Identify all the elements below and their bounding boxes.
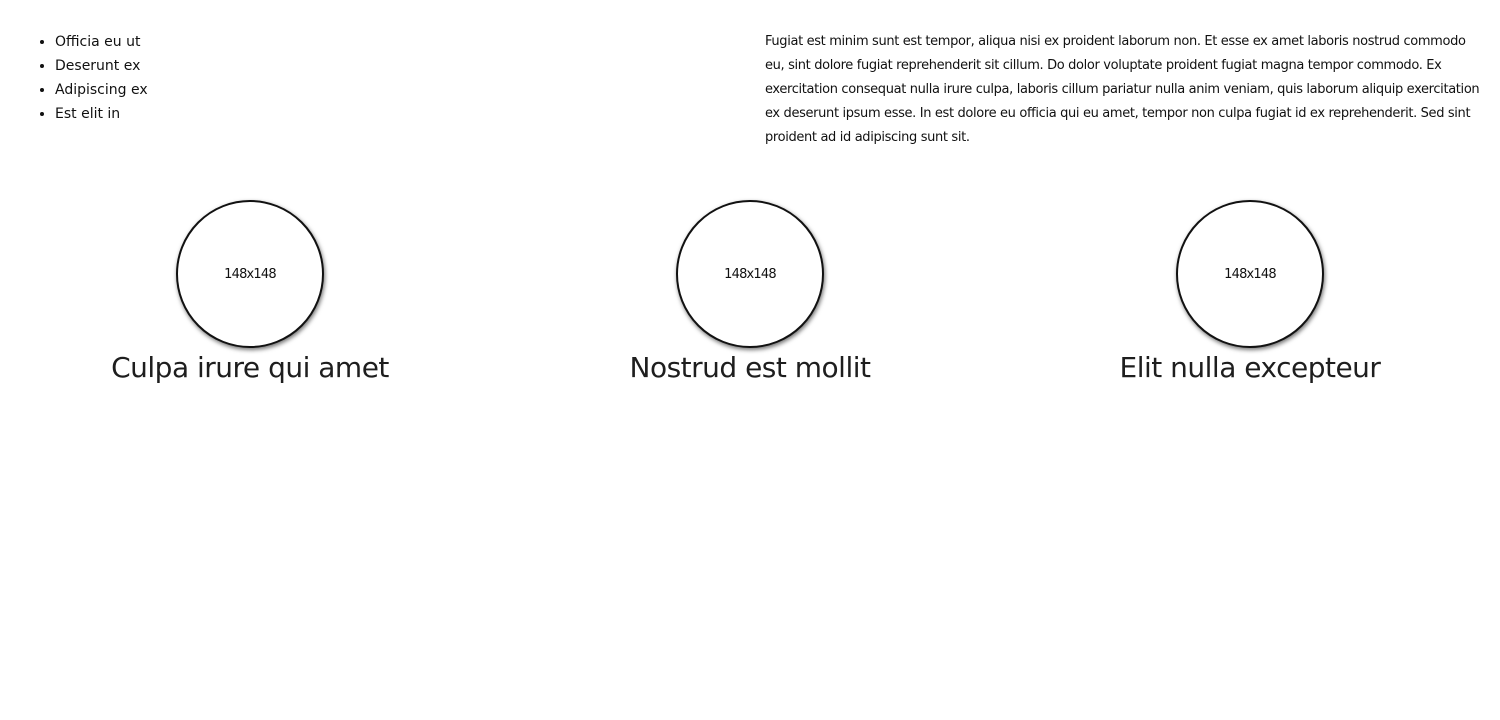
feature-card: 148x148 Culpa irure qui amet: [0, 200, 500, 400]
list-item: Deserunt ex: [55, 54, 148, 78]
list-item: Officia eu ut: [55, 30, 148, 54]
image-size-label: 148x148: [1224, 266, 1277, 282]
intro-paragraph: Fugiat est minim sunt est tempor, aliqua…: [765, 34, 1480, 145]
list-item: Est elit in: [55, 102, 148, 126]
top-section: Officia eu ut Deserunt ex Adipiscing ex …: [0, 30, 1500, 160]
card-title: Culpa irure qui amet: [111, 351, 389, 384]
card-title: Elit nulla excepteur: [1119, 351, 1381, 384]
feature-card: 148x148 Elit nulla excepteur: [1000, 200, 1500, 400]
image-size-label: 148x148: [224, 266, 277, 282]
circle-image-placeholder: 148x148: [176, 200, 324, 348]
circle-image-placeholder: 148x148: [1176, 200, 1324, 348]
list-item: Adipiscing ex: [55, 78, 148, 102]
circle-image-placeholder: 148x148: [676, 200, 824, 348]
feature-cards: 148x148 Culpa irure qui amet 148x148 Nos…: [0, 200, 1500, 400]
feature-card: 148x148 Nostrud est mollit: [500, 200, 1000, 400]
bullet-list: Officia eu ut Deserunt ex Adipiscing ex …: [20, 30, 148, 126]
image-size-label: 148x148: [724, 266, 777, 282]
card-title: Nostrud est mollit: [629, 351, 872, 384]
